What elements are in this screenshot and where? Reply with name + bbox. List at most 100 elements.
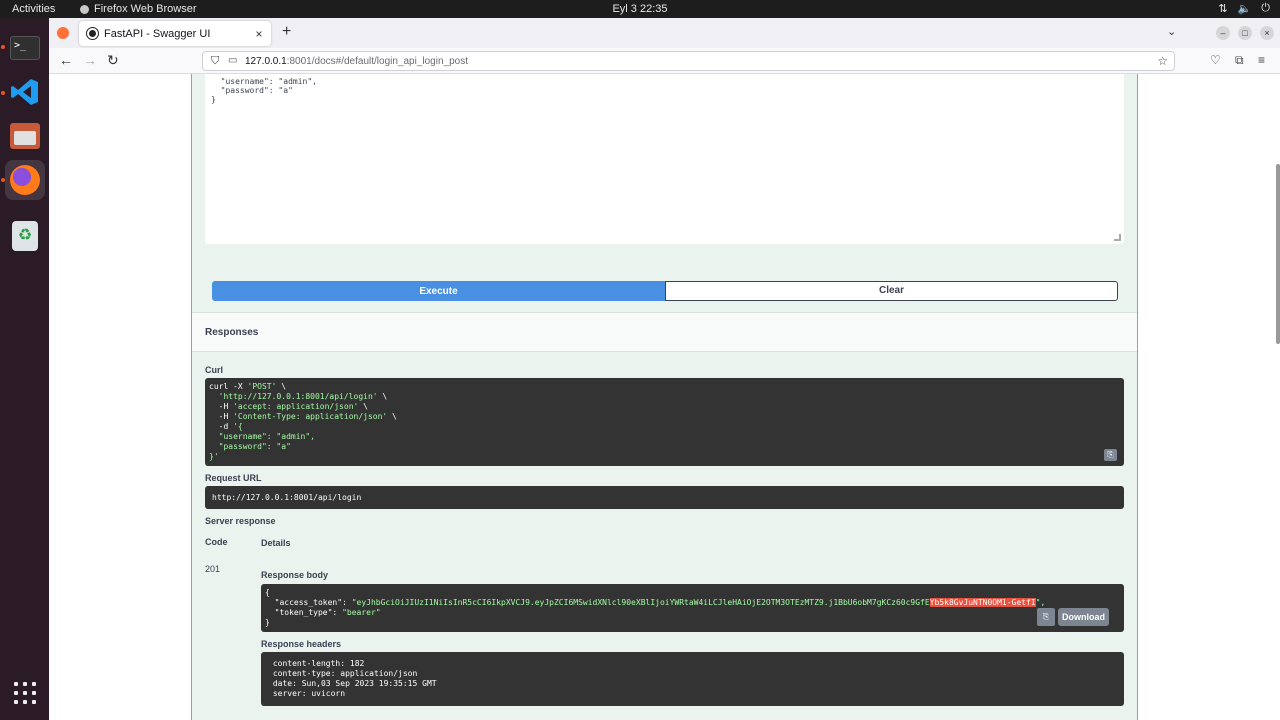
tab-strip: FastAPI - Swagger UI × + ⌄ – □ × — [49, 18, 1280, 48]
curl-line: 'Content-Type: application/json' — [233, 412, 388, 421]
server-response-label: Server response — [205, 516, 276, 526]
curl-line: \ — [377, 392, 388, 401]
curl-line: -d — [209, 422, 234, 431]
tracking-shield-icon[interactable]: ⛉ — [211, 55, 219, 68]
curl-line: }' — [209, 452, 219, 461]
curl-line: 'http://127.0.0.1:8001/api/login' — [218, 392, 378, 401]
curl-line: -H — [209, 412, 234, 421]
curl-line: 'POST' — [247, 382, 277, 391]
tab-title: FastAPI - Swagger UI — [104, 27, 211, 40]
body-token-end: ", — [1035, 598, 1046, 607]
dock-firefox[interactable] — [5, 160, 45, 200]
list-tabs-icon[interactable]: ⌄ — [1167, 25, 1176, 38]
vscode-icon — [11, 79, 38, 105]
url-path: :8001/docs#/default/login_api_login_post — [286, 56, 468, 67]
responses-title: Responses — [205, 327, 259, 338]
download-button[interactable]: Download — [1058, 608, 1109, 626]
tab-swagger[interactable]: FastAPI - Swagger UI × — [79, 21, 271, 46]
volume-icon: 🔈 — [1237, 3, 1252, 15]
maximize-icon[interactable]: □ — [1238, 26, 1252, 40]
clock[interactable]: Eyl 3 22:35 — [0, 3, 1280, 15]
header-line: server: uvicorn — [268, 689, 346, 698]
response-body-label: Response body — [261, 570, 329, 580]
dock: >_ ♻ — [0, 18, 49, 720]
dock-vscode[interactable] — [5, 72, 45, 112]
copy-curl-icon[interactable]: ⎘ — [1104, 449, 1117, 461]
copy-body-icon[interactable]: ⎘ — [1037, 608, 1055, 626]
body-type-key: "token_type": — [265, 608, 343, 617]
text-cursor-icon: I — [879, 591, 882, 602]
body-line: } — [265, 618, 270, 627]
page-viewport: "username": "admin", "password": "a" } E… — [49, 74, 1280, 720]
menu-icon[interactable]: ≡ — [1258, 53, 1265, 67]
curl-line: "password": "a" — [209, 442, 291, 451]
response-body-block[interactable]: { "access_token": "eyJhbGciOiJIUzI1NiIsI… — [261, 584, 1124, 632]
power-icon: ⏻ — [1261, 2, 1270, 14]
firefox-view-icon[interactable] — [57, 27, 69, 39]
curl-line: \ — [276, 382, 287, 391]
curl-line: 'accept: application/json' — [233, 402, 359, 411]
forward-icon[interactable]: → — [83, 52, 97, 68]
dock-files[interactable] — [5, 116, 45, 156]
url-bar[interactable]: ⛉ ▭ 127.0.0.1:8001/docs#/default/login_a… — [202, 51, 1175, 71]
close-window-icon[interactable]: × — [1260, 26, 1274, 40]
new-tab-button[interactable]: + — [282, 23, 291, 41]
body-token-key: "access_token": — [265, 598, 352, 607]
curl-line: \ — [387, 412, 397, 421]
header-line: date: Sun,03 Sep 2023 19:35:15 GMT — [268, 679, 437, 688]
system-menu[interactable]: ⇅ 🔈 ⏻ — [1218, 2, 1270, 15]
resize-handle[interactable] — [1114, 234, 1121, 241]
trash-icon: ♻ — [12, 221, 38, 251]
page-info-icon[interactable]: ▭ — [228, 55, 237, 66]
curl-line: '{ — [233, 422, 243, 431]
request-body-text: "username": "admin", "password": "a" } — [211, 77, 317, 104]
network-icon: ⇅ — [1218, 3, 1228, 15]
curl-line: curl -X — [209, 382, 248, 391]
execute-clear-group: Execute Clear — [212, 281, 1118, 301]
url-text[interactable]: 127.0.0.1:8001/docs#/default/login_api_l… — [245, 56, 468, 67]
curl-line: -H — [209, 402, 234, 411]
execute-button[interactable]: Execute — [212, 281, 665, 301]
dock-terminal[interactable]: >_ — [5, 28, 45, 68]
header-line: content-type: application/json — [268, 669, 418, 678]
page-scrollbar[interactable] — [1275, 74, 1280, 720]
curl-label: Curl — [205, 365, 223, 375]
reload-icon[interactable]: ↻ — [107, 52, 119, 69]
operation-block-post: "username": "admin", "password": "a" } E… — [191, 74, 1138, 720]
body-token-selection: Yb5k8GvJuNTN0OM1-GetfI — [929, 598, 1036, 607]
gnome-top-bar: Activities Firefox Web Browser Eyl 3 22:… — [0, 0, 1280, 18]
files-icon — [10, 123, 40, 149]
dock-trash[interactable]: ♻ — [5, 216, 45, 256]
details-column-header: Details — [261, 538, 291, 548]
favicon-icon — [86, 27, 99, 40]
back-icon[interactable]: ← — [59, 52, 73, 68]
body-token-value: "eyJhbGciOiJIUzI1NiIsInR5cCI6IkpXVCJ9.ey… — [351, 598, 930, 607]
terminal-icon: >_ — [10, 36, 40, 60]
curl-line: \ — [358, 402, 368, 411]
show-apps-icon[interactable] — [14, 682, 36, 704]
curl-line: "username": "admin", — [209, 432, 315, 441]
minimize-icon[interactable]: – — [1216, 26, 1230, 40]
clear-button[interactable]: Clear — [665, 281, 1118, 301]
pocket-icon[interactable]: ♡ — [1210, 53, 1221, 67]
tab-close-icon[interactable]: × — [251, 27, 267, 41]
request-url-block[interactable]: http://127.0.0.1:8001/api/login — [205, 486, 1124, 509]
curl-code-block[interactable]: curl -X 'POST' \ 'http://127.0.0.1:8001/… — [205, 378, 1124, 466]
firefox-icon — [10, 165, 40, 195]
body-type-value: "bearer" — [342, 608, 381, 617]
curl-line — [209, 392, 219, 401]
responses-header: Responses — [192, 312, 1137, 352]
header-line: content-length: 182 — [268, 659, 365, 668]
url-host: 127.0.0.1 — [245, 56, 287, 67]
response-headers-label: Response headers — [261, 639, 342, 649]
body-line: { — [265, 588, 270, 597]
navigation-toolbar: ← → ↻ ⛉ ▭ 127.0.0.1:8001/docs#/default/l… — [49, 48, 1280, 74]
code-column-header: Code — [205, 537, 228, 547]
response-headers-block[interactable]: content-length: 182 content-type: applic… — [261, 652, 1124, 706]
scrollbar-thumb[interactable] — [1276, 164, 1280, 344]
bookmark-star-icon[interactable]: ☆ — [1157, 54, 1168, 68]
extensions-icon[interactable]: ⧉ — [1235, 53, 1244, 68]
request-body-textarea[interactable]: "username": "admin", "password": "a" } — [205, 74, 1124, 244]
status-code: 201 — [205, 564, 221, 574]
request-url-label: Request URL — [205, 473, 262, 483]
